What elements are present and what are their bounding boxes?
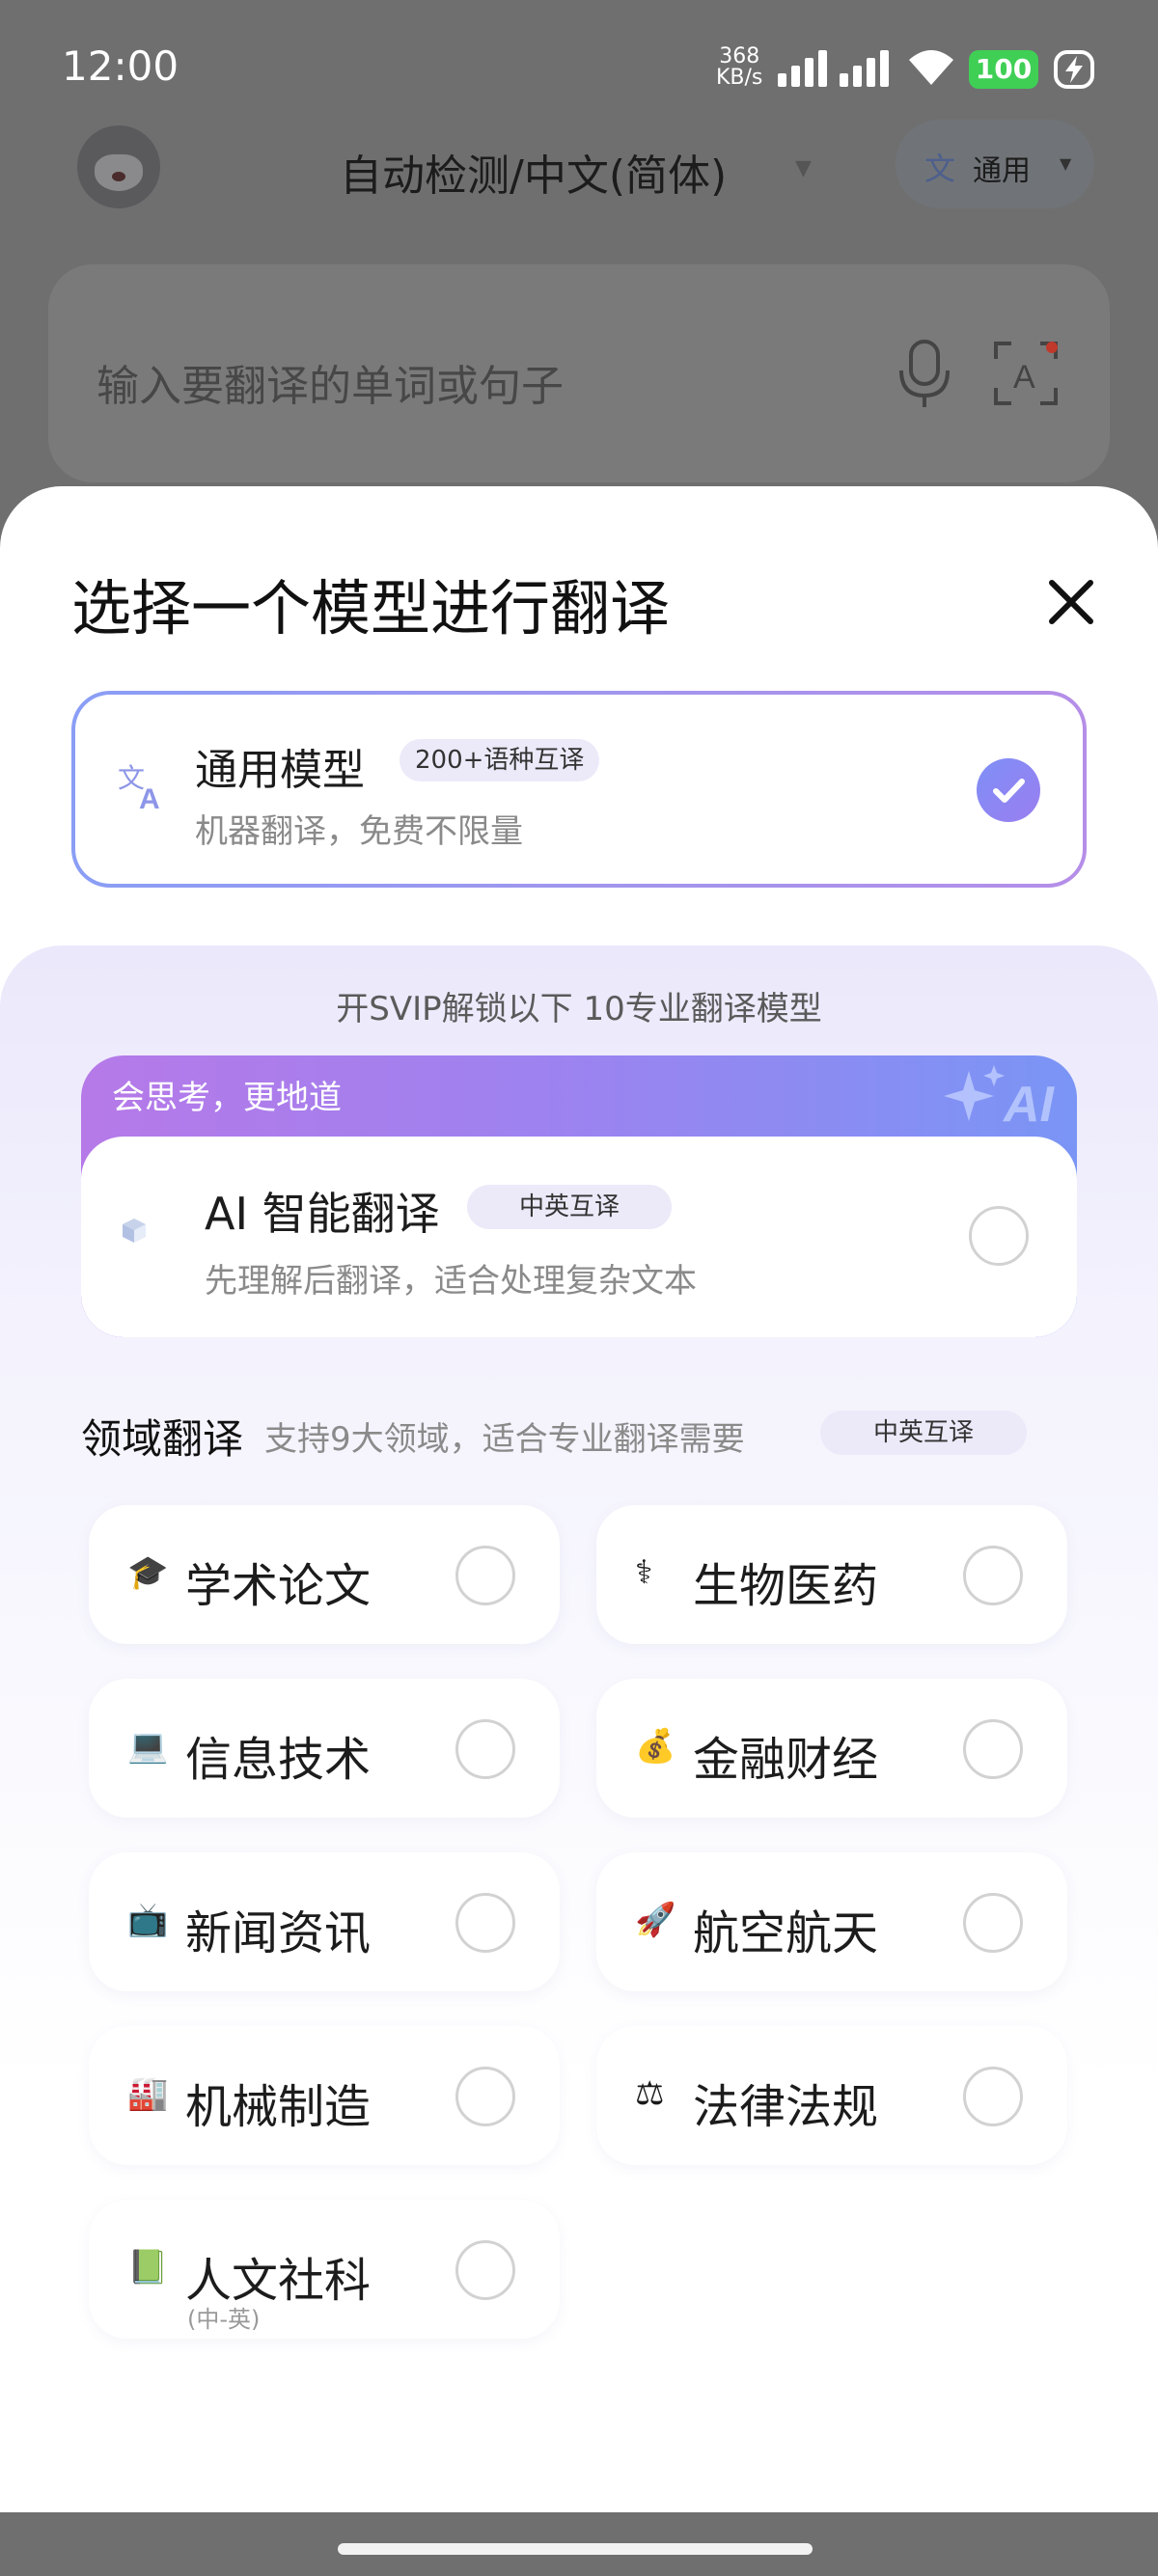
factory-icon: 🏭 [127,2074,169,2113]
svg-text:A: A [1013,359,1035,396]
ai-model-radio[interactable] [969,1206,1029,1266]
avatar[interactable] [77,125,160,208]
model-name: AI 智能翻译 [205,1188,440,1240]
domain-option-finance[interactable]: 💰 金融财经 [596,1679,1067,1818]
graduation-cap-icon: 🎓 [127,1553,169,1592]
signal-icon [778,50,827,87]
svg-text:AI: AI [1002,1077,1056,1133]
domain-label: 信息技术 [185,1733,372,1787]
camera-scan-icon[interactable]: A [992,340,1060,407]
domain-radio[interactable] [963,2067,1023,2126]
model-chip-label: 通用 [973,154,1031,188]
domain-option-humanities[interactable]: 📗 人文社科 (中-英) [89,2200,560,2339]
cube-icon [123,1219,146,1243]
domain-sublabel: (中-英) [187,2306,261,2333]
domain-option-machinery[interactable]: 🏭 机械制造 [89,2026,560,2165]
model-description: 先理解后翻译，适合处理复杂文本 [205,1262,697,1301]
svip-unlock-text[interactable]: 开SVIP解锁以下 10专业翻译模型 [0,982,1158,1029]
domain-radio[interactable] [455,2240,515,2300]
book-icon: 📗 [127,2248,169,2287]
laptop-icon: 💻 [127,1727,169,1766]
domain-label: 法律法规 [693,2080,879,2134]
model-badge: 200+语种互译 [400,739,600,781]
home-gesture-handle[interactable] [338,2543,813,2555]
scales-icon: ⚖ [635,2074,665,2113]
charging-icon [1054,50,1094,89]
domain-option-academic[interactable]: 🎓 学术论文 [89,1505,560,1644]
domain-radio[interactable] [455,2067,515,2126]
ai-model-card-body: AI 智能翻译 中英互译 先理解后翻译，适合处理复杂文本 [81,1137,1077,1337]
chevron-down-icon: ▼ [1060,154,1072,173]
domain-label: 生物医药 [693,1559,879,1613]
domain-option-law[interactable]: ⚖ 法律法规 [596,2026,1067,2165]
ai-tagline: 会思考，更地道 [112,1079,342,1117]
model-badge: 中英互译 [467,1185,672,1229]
model-selector-chip[interactable]: 文 通用 ▼ [896,120,1094,208]
translate-icon: 文 A [118,762,160,810]
signal-icon-2 [840,50,889,87]
translate-input-box[interactable]: 输入要翻译的单词或句子 A [48,264,1110,482]
rocket-icon: 🚀 [635,1901,676,1939]
domain-label: 学术论文 [185,1559,372,1613]
domain-option-biomedical[interactable]: ⚕ 生物医药 [596,1505,1067,1644]
domain-label: 航空航天 [693,1906,879,1960]
model-description: 机器翻译，免费不限量 [195,812,523,851]
svg-text:A: A [139,783,160,810]
domain-radio[interactable] [963,1546,1023,1605]
input-placeholder: 输入要翻译的单词或句子 [96,362,564,411]
model-name: 通用模型 [195,746,365,795]
ai-translation-option[interactable]: 会思考，更地道 AI AI 智能翻译 中英互译 先理解后翻译，适合处理复杂文本 [81,1055,1077,1337]
chevron-down-icon: ▼ [795,156,812,180]
status-bar: 12:00 368 KB/s 100 [0,0,1158,135]
status-time: 12:00 [62,42,179,90]
check-icon[interactable] [977,758,1040,822]
language-selector[interactable]: 自动检测/中文(简体) [340,141,727,203]
ai-sparkle-icon: AI [944,1065,1056,1133]
domain-radio[interactable] [963,1719,1023,1779]
close-icon[interactable] [1042,573,1100,631]
domain-label: 新闻资讯 [185,1906,372,1960]
domain-radio[interactable] [455,1719,515,1779]
domain-option-it[interactable]: 💻 信息技术 [89,1679,560,1818]
domain-subtitle: 支持9大领域，适合专业翻译需要 [264,1420,745,1459]
sheet-title: 选择一个模型进行翻译 [71,573,671,644]
domain-radio[interactable] [455,1546,515,1605]
domain-label: 机械制造 [185,2080,372,2134]
domain-badge: 中英互译 [820,1411,1027,1455]
money-bag-icon: 💰 [635,1727,676,1766]
medical-icon: ⚕ [635,1553,653,1592]
domain-label: 金融财经 [693,1733,879,1787]
microphone-icon[interactable] [897,338,951,409]
battery-indicator: 100 [969,50,1038,89]
domain-option-aerospace[interactable]: 🚀 航空航天 [596,1852,1067,1991]
domain-title: 领域翻译 [81,1415,244,1463]
domain-radio[interactable] [963,1893,1023,1953]
wifi-icon [909,50,953,85]
system-navigation-bar [0,2522,1158,2576]
network-speed: 368 KB/s [716,44,763,90]
domain-radio[interactable] [455,1893,515,1953]
television-icon: 📺 [127,1901,169,1939]
domain-option-news[interactable]: 📺 新闻资讯 [89,1852,560,1991]
general-model-option[interactable]: 文 A 通用模型 200+语种互译 机器翻译，免费不限量 [71,691,1087,888]
translate-icon: 文 [924,151,956,187]
